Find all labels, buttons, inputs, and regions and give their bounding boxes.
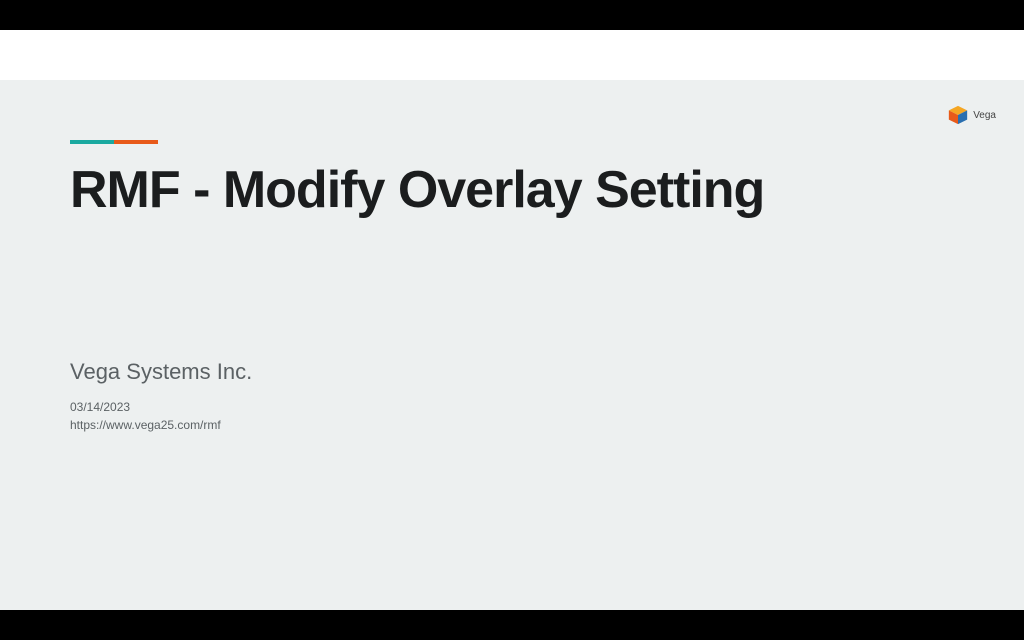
brand-logo: Vega bbox=[947, 104, 996, 126]
letterbox-bottom bbox=[0, 610, 1024, 640]
white-strip bbox=[0, 30, 1024, 80]
slide-url: https://www.vega25.com/rmf bbox=[70, 417, 954, 434]
accent-orange bbox=[114, 140, 158, 144]
slide-meta: 03/14/2023 https://www.vega25.com/rmf bbox=[70, 399, 954, 434]
cube-icon bbox=[947, 104, 969, 126]
presentation-frame: Vega RMF - Modify Overlay Setting Vega S… bbox=[0, 0, 1024, 640]
brand-label: Vega bbox=[973, 110, 996, 121]
company-name: Vega Systems Inc. bbox=[70, 359, 954, 385]
accent-teal bbox=[70, 140, 114, 144]
slide-date: 03/14/2023 bbox=[70, 399, 954, 416]
title-slide: Vega RMF - Modify Overlay Setting Vega S… bbox=[0, 80, 1024, 610]
slide-title: RMF - Modify Overlay Setting bbox=[70, 162, 954, 219]
letterbox-top bbox=[0, 0, 1024, 30]
accent-bar bbox=[70, 140, 158, 144]
